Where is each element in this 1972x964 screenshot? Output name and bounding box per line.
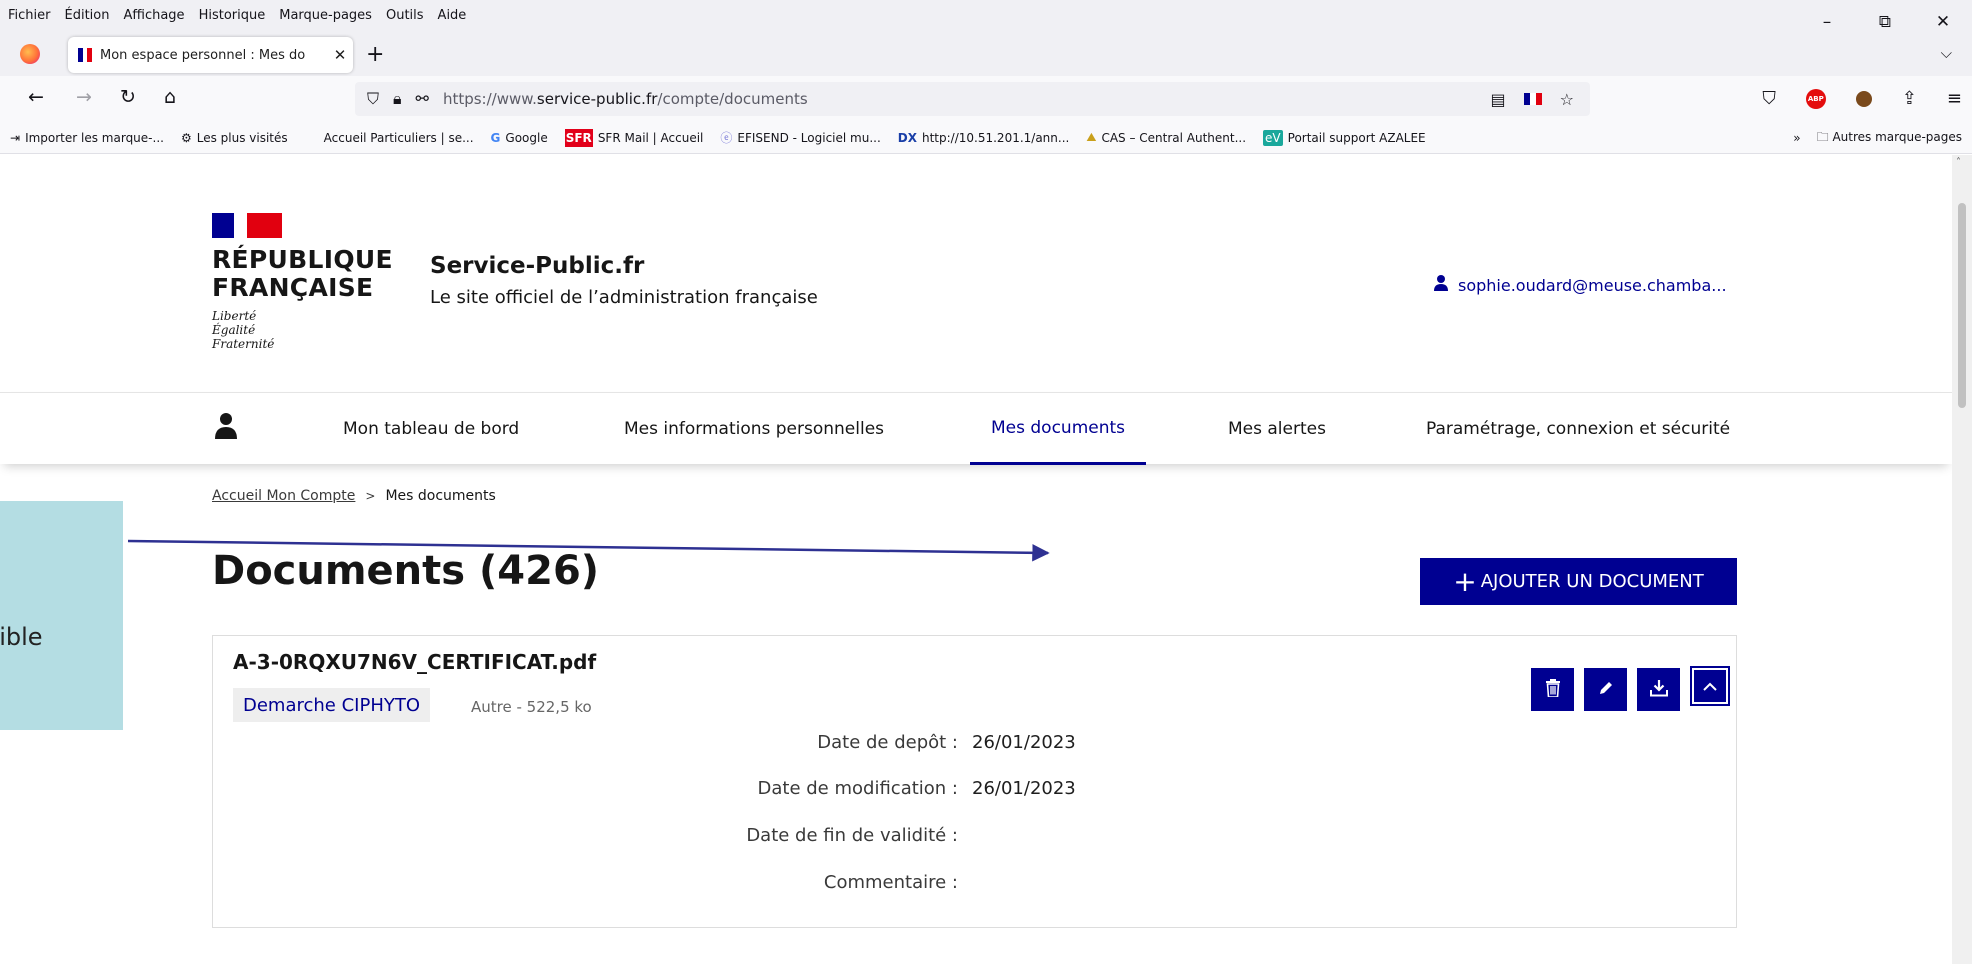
bookmark-item[interactable]: DX http://10.51.201.1/ann...	[898, 131, 1070, 145]
plus-icon: +	[1453, 564, 1477, 598]
sfr-icon: SFR	[564, 128, 593, 147]
tab-bar: Mon espace personnel : Mes do ✕ + ⌵	[0, 30, 1972, 76]
scroll-thumb[interactable]	[1958, 203, 1966, 408]
scroll-up-icon[interactable]: ˄	[1956, 157, 1961, 168]
menu-help[interactable]: Aide	[438, 8, 467, 23]
add-document-button[interactable]: + AJOUTER UN DOCUMENT	[1420, 558, 1737, 605]
field-label: Commentaire :	[823, 872, 958, 893]
menu-history[interactable]: Historique	[199, 8, 266, 23]
field-value: 26/01/2023	[972, 778, 1076, 799]
user-account-link[interactable]: sophie.oudard@meuse.chamba...	[1434, 275, 1727, 295]
field-label: Date de modification :	[757, 778, 958, 799]
menu-file[interactable]: Fichier	[8, 8, 51, 23]
field-row-date-modification: Date de modification : 26/01/2023	[213, 778, 1076, 799]
pencil-icon	[1598, 680, 1614, 700]
delete-button[interactable]	[1531, 668, 1574, 711]
extension-icon[interactable]	[1855, 90, 1872, 107]
annotation-arrow-nav	[127, 539, 1050, 562]
pocket-icon[interactable]: ⛉	[1762, 88, 1776, 109]
edit-button[interactable]	[1584, 668, 1627, 711]
bookmarks-bar: ⇥ Importer les marque-... ⚙ Les plus visit…	[0, 122, 1972, 154]
new-tab-button[interactable]: +	[366, 42, 384, 67]
reload-button[interactable]: ↻	[120, 86, 136, 108]
bookmark-star-icon[interactable]: ☆	[1560, 90, 1574, 109]
menu-edit[interactable]: Édition	[65, 8, 110, 23]
user-icon	[1434, 275, 1448, 295]
nav-parametrage[interactable]: Paramétrage, connexion et sécurité	[1426, 393, 1730, 465]
app-menu-icon[interactable]: ≡	[1947, 88, 1962, 109]
home-button[interactable]: ⌂	[164, 86, 176, 108]
url-bar[interactable]: ⛉ 🔒︎ ⚯ https://www.service-public.fr/com…	[355, 82, 1590, 116]
user-email: sophie.oudard@meuse.chamba...	[1458, 275, 1727, 295]
tab-close-icon[interactable]: ✕	[327, 46, 353, 64]
document-card: A-3-0RQXU7N6V_CERTIFICAT.pdf Demarche CI…	[212, 635, 1737, 928]
import-icon: ⇥	[10, 130, 21, 145]
tab-mon-espace[interactable]: Mon espace personnel : Mes do ✕	[68, 37, 353, 73]
list-tabs-icon[interactable]: ⌵	[1941, 44, 1952, 62]
google-icon: G	[490, 130, 501, 145]
forward-button[interactable]: →	[76, 86, 92, 108]
efisend-icon: ⓔ	[720, 131, 733, 145]
menu-tools[interactable]: Outils	[386, 8, 424, 23]
bookmark-item[interactable]: eV Portail support AZALEE	[1263, 129, 1426, 146]
bookmark-item[interactable]: Accueil Particuliers | se...	[305, 131, 474, 145]
back-button[interactable]: ←	[28, 86, 44, 108]
menu-view[interactable]: Affichage	[123, 8, 184, 23]
other-bookmarks[interactable]: 🗀︎ Autres marque-pages	[1817, 128, 1962, 149]
more-bookmarks-icon[interactable]: »	[1793, 131, 1800, 145]
field-label: Date de depôt :	[817, 732, 958, 753]
download-icon	[1649, 679, 1668, 701]
menu-bar: Fichier Édition Affichage Historique Mar…	[0, 0, 1972, 30]
document-meta: Autre - 522,5 ko	[471, 698, 592, 716]
bookmark-item[interactable]: SFR SFR Mail | Accueil	[564, 128, 703, 147]
field-row-date-depot: Date de depôt : 26/01/2023	[213, 732, 1076, 753]
gear-icon: ⚙	[180, 130, 192, 145]
marianne-favicon-icon	[78, 48, 93, 62]
field-row-commentaire: Commentaire :	[213, 872, 972, 893]
bookmark-item[interactable]: G Google	[491, 131, 548, 145]
field-label: Date de fin de validité :	[746, 825, 958, 846]
translate-flag-icon[interactable]	[1523, 93, 1542, 105]
nav-bar: ← → ↻ ⌂ ⛉ 🔒︎ ⚯ https://www.service-publi…	[0, 76, 1972, 122]
collapse-button[interactable]	[1690, 666, 1730, 706]
annotation-arrows	[127, 539, 1050, 562]
download-button[interactable]	[1637, 668, 1680, 711]
bookmark-item[interactable]: ⛰ CAS – Central Authent...	[1086, 130, 1246, 145]
nav-mes-alertes[interactable]: Mes alertes	[1228, 393, 1326, 465]
lock-icon[interactable]: 🔒︎	[393, 89, 402, 109]
document-tag: Demarche CIPHYTO	[233, 688, 431, 722]
folder-icon: 🗀︎	[1816, 129, 1829, 144]
menu-bookmarks[interactable]: Marque-pages	[279, 8, 372, 23]
trash-icon	[1545, 678, 1561, 701]
dx-icon: DX	[897, 130, 917, 145]
share-icon[interactable]: ⇪	[1902, 88, 1917, 109]
firefox-view-icon[interactable]	[20, 44, 40, 64]
chevron-up-icon	[1703, 677, 1717, 696]
field-row-date-fin-validite: Date de fin de validité :	[213, 825, 972, 846]
url-text[interactable]: https://www.service-public.fr/compte/doc…	[443, 90, 808, 108]
shield-icon[interactable]: ⛉	[367, 89, 379, 109]
adblock-icon[interactable]: ABP	[1805, 88, 1826, 109]
bookmark-item[interactable]: ⓔ EFISEND - Logiciel mu...	[720, 129, 880, 146]
add-document-label: AJOUTER UN DOCUMENT	[1480, 571, 1704, 592]
field-value: 26/01/2023	[972, 732, 1076, 753]
permissions-icon[interactable]: ⚯	[416, 89, 429, 109]
cas-icon: ⛰	[1086, 130, 1097, 144]
bookmark-item[interactable]: ⚙ Les plus visités	[181, 131, 288, 145]
ev-icon: eV	[1263, 129, 1283, 146]
marianne-flag-icon	[305, 131, 319, 145]
reader-view-icon[interactable]: ▤	[1491, 90, 1506, 109]
vertical-scrollbar[interactable]: ˄	[1952, 155, 1972, 964]
tab-title: Mon espace personnel : Mes do	[100, 47, 306, 63]
web-page: RÉPUBLIQUE FRANÇAISE Liberté Égalité Fra…	[0, 155, 1952, 964]
bookmark-item[interactable]: ⇥ Importer les marque-...	[10, 131, 164, 145]
